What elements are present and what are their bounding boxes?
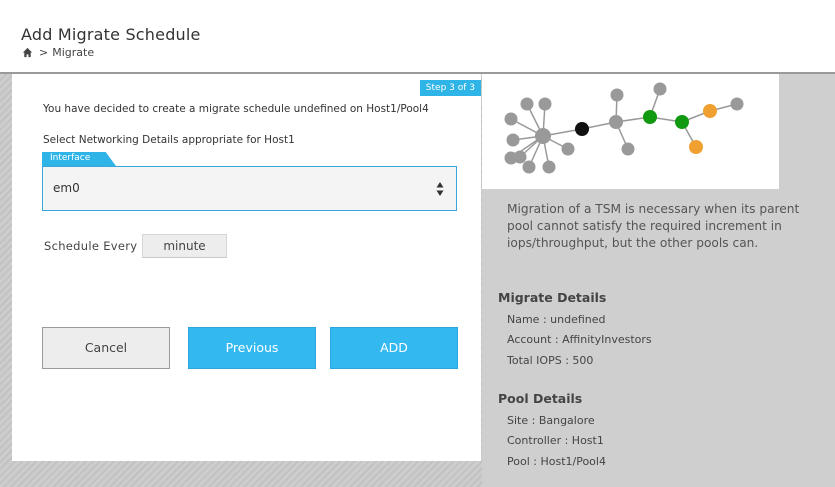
wizard-panel: Step 3 of 3 You have decided to create a… (12, 74, 481, 461)
topology-node (730, 97, 744, 111)
topology-node-black (575, 122, 589, 136)
topology-graph-svg (504, 82, 744, 174)
breadcrumb-separator: > (39, 46, 49, 59)
schedule-label: Schedule Every (44, 239, 138, 253)
topology-node (621, 142, 635, 156)
home-icon[interactable] (22, 47, 33, 58)
interface-select[interactable]: em0 (42, 166, 457, 211)
interface-label: Interface (42, 152, 116, 166)
page-header: Add Migrate Schedule > Migrate (0, 0, 835, 72)
migrate-details-title: Migrate Details (498, 290, 607, 305)
topology-node (522, 160, 536, 174)
migrate-account: Account : AffinityInvestors (507, 333, 652, 346)
migration-description: Migration of a TSM is necessary when its… (507, 202, 800, 250)
pool-site: Site : Bangalore (507, 414, 595, 427)
add-button[interactable]: ADD (330, 327, 458, 369)
topology-node-orange (689, 140, 703, 154)
topology-node (535, 128, 551, 144)
page-title: Add Migrate Schedule (21, 25, 201, 44)
topology-node (609, 115, 623, 129)
topology-node (513, 150, 527, 164)
topology-node-green (643, 110, 657, 124)
cancel-button[interactable]: Cancel (42, 327, 170, 369)
topology-node (542, 160, 556, 174)
step-badge: Step 3 of 3 (419, 80, 481, 96)
migrate-total-iops: Total IOPS : 500 (507, 354, 594, 367)
topology-graph (482, 74, 779, 189)
topology-node (538, 97, 552, 111)
breadcrumb-current[interactable]: Migrate (52, 46, 94, 59)
pool-controller: Controller : Host1 (507, 434, 604, 447)
topology-node (506, 133, 520, 147)
info-panel: Migration of a TSM is necessary when its… (482, 74, 835, 487)
topology-node (653, 82, 667, 96)
pool-name: Pool : Host1/Pool4 (507, 455, 606, 468)
topology-node (520, 97, 534, 111)
topology-node (561, 142, 575, 156)
interface-value: em0 (53, 181, 80, 195)
previous-button[interactable]: Previous (188, 327, 316, 369)
intro-text: You have decided to create a migrate sch… (43, 103, 429, 115)
topology-node-green (675, 115, 689, 129)
topology-node-orange (703, 104, 717, 118)
pool-details-title: Pool Details (498, 391, 583, 406)
migrate-name: Name : undefined (507, 313, 606, 326)
breadcrumb: > Migrate (22, 46, 94, 59)
schedule-select[interactable]: minute (142, 234, 227, 258)
networking-label: Select Networking Details appropriate fo… (43, 134, 295, 146)
topology-node (504, 112, 518, 126)
topology-node (610, 88, 624, 102)
sort-arrows-icon (436, 182, 444, 196)
